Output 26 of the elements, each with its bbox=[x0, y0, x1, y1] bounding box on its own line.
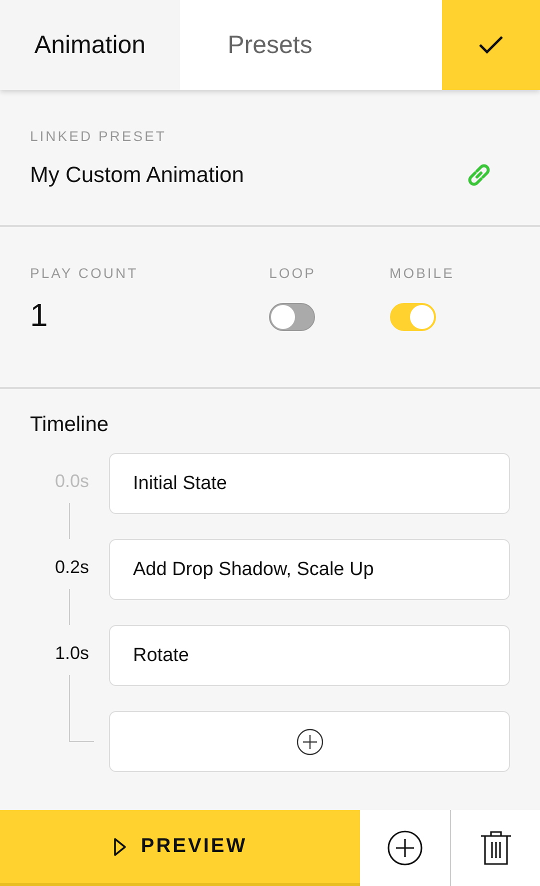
time-label: 0.0s bbox=[54, 471, 89, 492]
step-card[interactable]: Add Drop Shadow, Scale Up bbox=[109, 539, 510, 600]
plus-circle-icon bbox=[296, 728, 324, 756]
preset-name: My Custom Animation bbox=[30, 162, 244, 188]
toggle-switch[interactable] bbox=[390, 303, 436, 331]
add-step-button[interactable] bbox=[109, 711, 510, 772]
timeline-connector bbox=[69, 503, 70, 539]
step-card[interactable]: Rotate bbox=[109, 625, 510, 686]
play-count-value[interactable]: 1 bbox=[30, 297, 270, 334]
timeline-title: Timeline bbox=[30, 413, 110, 437]
timeline-connector bbox=[69, 589, 70, 625]
trash-icon bbox=[480, 831, 512, 865]
play-icon bbox=[112, 836, 127, 856]
check-icon bbox=[478, 35, 504, 55]
section-label: PLAY COUNT bbox=[30, 265, 140, 281]
time-label: 0.2s bbox=[54, 557, 89, 578]
toggle-switch[interactable] bbox=[269, 303, 316, 331]
section-label: LINKED PRESET bbox=[30, 128, 168, 144]
tab[interactable]: Presets bbox=[180, 0, 360, 90]
step-card[interactable]: Initial State bbox=[109, 453, 510, 514]
toggle-label: LOOP bbox=[269, 265, 317, 281]
tab[interactable]: Animation bbox=[0, 0, 180, 90]
plus-circle-icon bbox=[387, 830, 423, 866]
toggle-label: MOBILE bbox=[390, 265, 456, 281]
time-label: 1.0s bbox=[54, 643, 89, 664]
preview-button[interactable]: PREVIEW bbox=[0, 810, 360, 886]
